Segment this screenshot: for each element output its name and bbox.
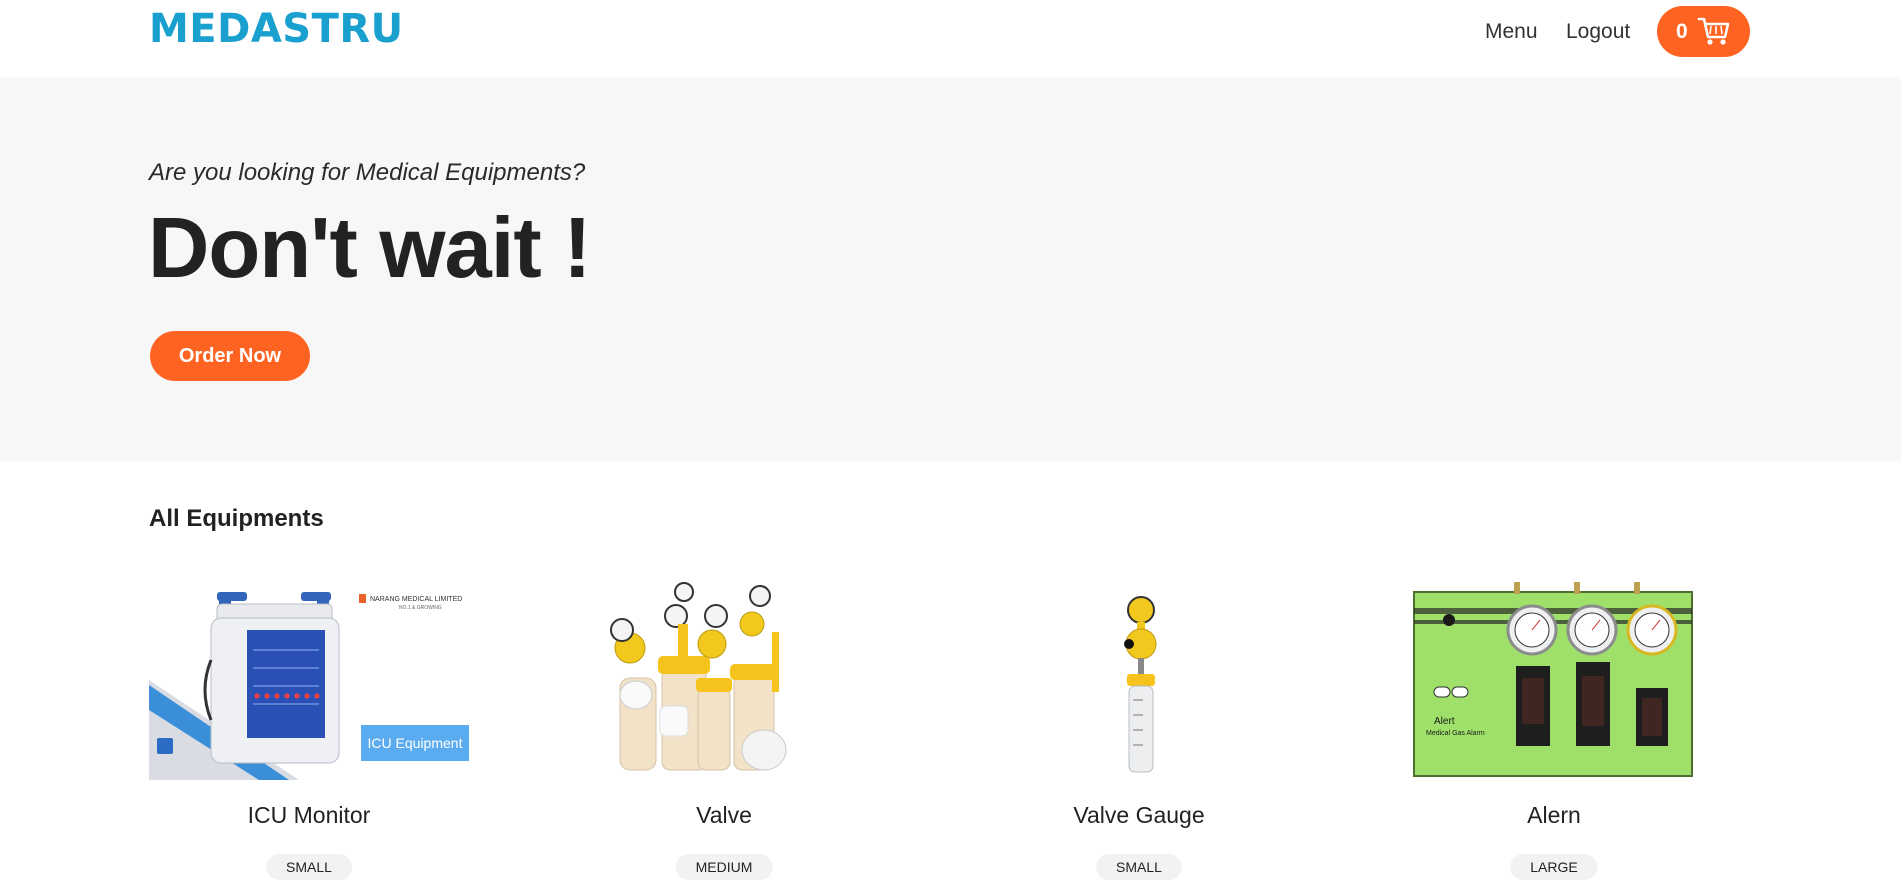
nav-menu-link[interactable]: Menu [1485,20,1538,44]
image-caption: ICU Equipment [368,735,463,751]
cart-button[interactable]: 0 [1657,6,1750,57]
section-title: All Equipments [149,505,324,532]
product-name[interactable]: ICU Monitor [149,802,469,829]
product-name[interactable]: Valve Gauge [979,802,1299,829]
order-now-button[interactable]: Order Now [150,331,310,381]
hero-title: Don't wait ! [148,201,592,296]
product-card[interactable]: Valve Gauge SMALL [979,580,1299,880]
image-brand-text: NARANG MEDICAL LIMITED [370,596,462,603]
image-caption: Alert [1434,716,1455,727]
image-brand-sub: NO.1 & GROWING [399,605,442,611]
product-card[interactable]: Alert Medical Gas Alarm Alern LARGE [1394,580,1714,880]
size-badge: LARGE [1510,854,1598,880]
valves-image [564,580,884,780]
cart-count: 0 [1676,20,1688,43]
valve-gauge-image [979,580,1299,780]
product-card[interactable]: NARANG MEDICAL LIMITED NO.1 & GROWING IC… [149,580,469,880]
cart-icon [1697,17,1730,45]
icu-monitor-image: NARANG MEDICAL LIMITED NO.1 & GROWING IC… [149,580,469,780]
product-name[interactable]: Alern [1394,802,1714,829]
nav-logout-link[interactable]: Logout [1566,20,1630,44]
hero-banner: Are you looking for Medical Equipments? … [0,77,1901,461]
navbar: MEDASTRU Menu Logout 0 [0,0,1901,77]
hero-subtitle: Are you looking for Medical Equipments? [149,159,586,186]
image-caption-sub: Medical Gas Alarm [1426,730,1485,737]
size-badge: MEDIUM [675,854,773,880]
gas-alarm-panel-image: Alert Medical Gas Alarm [1394,580,1714,780]
size-badge: SMALL [1096,854,1182,880]
size-badge: SMALL [266,854,352,880]
brand-logo[interactable]: MEDASTRU [149,6,404,52]
product-card[interactable]: Valve MEDIUM [564,580,884,880]
product-name[interactable]: Valve [564,802,884,829]
